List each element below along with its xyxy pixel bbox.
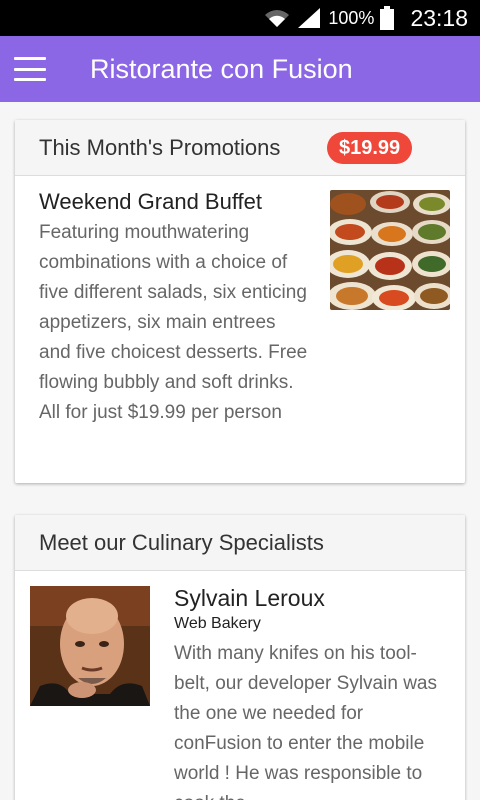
clock: 23:18 [410,4,468,31]
main-content[interactable]: This Month's Promotions $19.99 Weekend G… [0,102,480,800]
status-bar: 100% 23:18 [0,0,480,36]
promotion-item[interactable]: Weekend Grand Buffet Featuring mouthwate… [15,176,465,440]
buffet-image [330,190,450,310]
promotions-header: This Month's Promotions $19.99 [15,120,465,176]
hamburger-menu-icon[interactable] [14,57,46,81]
specialists-title: Meet our Culinary Specialists [39,529,324,555]
specialists-card[interactable]: Meet our Culinary Specialists Sylvain Le… [15,515,465,800]
app-bar: Ristorante con Fusion [0,36,480,102]
menu-line [14,57,46,60]
wifi-icon [265,10,290,27]
promotions-title: This Month's Promotions [39,134,281,160]
signal-icon [298,8,321,28]
specialist-description: With many knifes on his tool-belt, our d… [174,643,437,800]
specialist-role: Web Bakery [174,615,261,632]
specialist-item[interactable]: Sylvain Leroux Web Bakery With many knif… [15,571,465,800]
specialists-header: Meet our Culinary Specialists [15,515,465,571]
status-icons: 100% 23:18 [264,0,468,36]
promotion-description: Featuring mouthwatering combinations wit… [39,222,308,423]
promotion-title: Weekend Grand Buffet [39,189,262,214]
menu-line [14,78,46,81]
battery-percentage: 100% [328,7,375,28]
promotions-card[interactable]: This Month's Promotions $19.99 Weekend G… [15,120,465,483]
price-badge: $19.99 [327,132,413,164]
app-title: Ristorante con Fusion [90,53,353,84]
battery-icon [380,6,395,30]
promotion-text: Weekend Grand Buffet Featuring mouthwate… [39,188,309,428]
chef-avatar [30,586,150,706]
menu-line [14,67,46,71]
specialist-name: Sylvain Leroux [174,585,325,611]
